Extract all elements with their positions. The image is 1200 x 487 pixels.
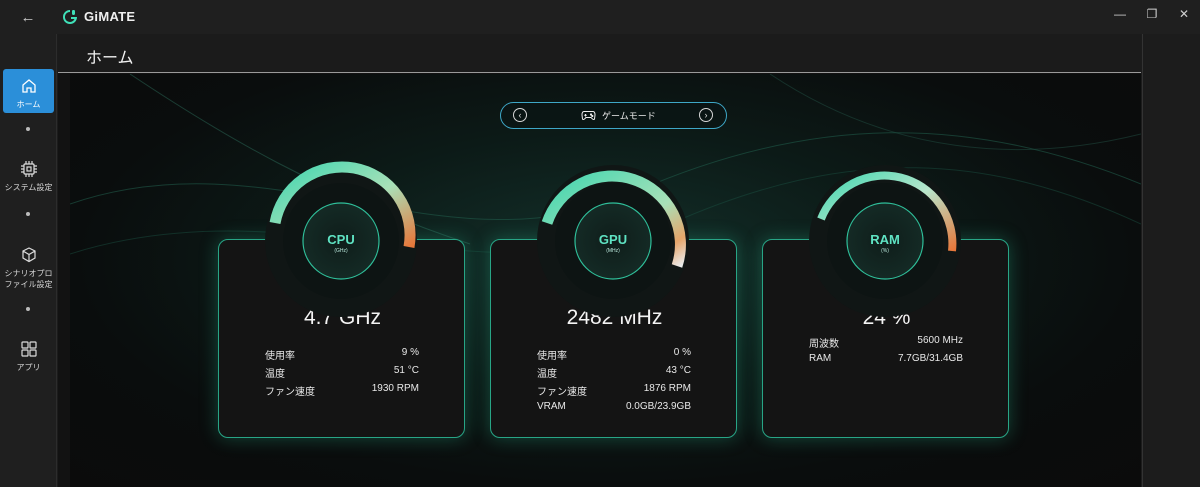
row-value: 0 % [673,347,691,358]
restore-button[interactable]: ❐ [1136,4,1168,24]
gamepad-icon [581,111,596,120]
home-icon [21,79,36,93]
row-label: 温度 [537,369,557,380]
chevron-right-icon[interactable]: › [699,108,713,122]
apps-grid-icon [20,341,37,357]
cpu-gauge-title: CPU [327,232,355,247]
mode-selector-label: ゲームモード [602,111,656,121]
main-content: ホーム ‹ ゲームモード › 4.7 GHz 使用率 9 % 温度 51 °C ファ… [58,34,1141,487]
cpu-gauge-unit: (GHz) [334,248,348,254]
info-row: 使用率 9 % [265,347,419,362]
row-value: 51 °C [393,365,419,376]
app-title: GiMATE [84,9,136,24]
page-title: ホーム [86,50,134,67]
mode-selector: ‹ ゲームモード › [500,102,727,129]
sidebar-item-label-line-1: シナリオプロ [4,269,53,278]
separator-dot [26,212,30,216]
sidebar-item-label: システム設定 [4,183,53,192]
page-header: ホーム [58,34,1141,73]
info-row: RAM 7.7GB/31.4GB [809,353,963,364]
close-button[interactable]: ✕ [1168,4,1200,24]
gpu-gauge-unit: (MHz) [606,248,620,254]
row-value: 1930 RPM [371,383,419,394]
row-label: ファン速度 [265,387,315,398]
info-row: ファン速度 1930 RPM [265,383,419,398]
sidebar-item-label: ホーム [16,100,41,109]
row-label: RAM [809,353,832,364]
row-value: 5600 MHz [917,335,963,346]
minimize-button[interactable]: — [1104,4,1136,24]
back-arrow-icon[interactable]: ← [14,6,42,28]
row-label: 使用率 [537,351,567,362]
sidebar-item-apps[interactable]: アプリ [3,332,54,376]
info-row: 温度 51 °C [265,365,419,380]
sidebar-item-label-line-2: ファイル設定 [4,280,53,289]
row-label: 周波数 [809,339,839,350]
row-label: 温度 [265,369,285,380]
separator-dot [26,127,30,131]
sidebar-item-scenario-profile[interactable]: シナリオプロ ファイル設定 [3,238,54,294]
cube-icon [21,247,36,263]
row-value: 1876 RPM [643,383,691,394]
row-label: ファン速度 [537,387,587,398]
ram-gauge-title: RAM [870,232,900,247]
row-value: 7.7GB/31.4GB [897,353,963,364]
chevron-left-icon[interactable]: ‹ [513,108,527,122]
sidebar-item-system-settings[interactable]: システム設定 [3,152,54,196]
row-value: 0.0GB/23.9GB [625,401,691,412]
info-row: 使用率 0 % [537,347,691,362]
sidebar-item-label: アプリ [16,363,41,372]
info-row: ファン速度 1876 RPM [537,383,691,398]
right-panel [1142,34,1200,487]
title-bar: ← GiMATE — ❐ ✕ [0,0,1200,34]
sidebar: ホーム システム設定 シナリオプロ ファイル設定 アプリ [0,34,57,487]
ram-gauge-unit: (%) [881,248,889,254]
gimate-logo-icon [63,10,77,24]
info-row: 周波数 5600 MHz [809,335,963,350]
row-value: 43 °C [665,365,691,376]
info-row: VRAM 0.0GB/23.9GB [537,401,691,412]
info-row: 温度 43 °C [537,365,691,380]
gpu-gauge-title: GPU [598,232,628,247]
chip-icon [20,161,37,177]
row-label: VRAM [537,401,566,412]
mode-selector-label-group[interactable]: ゲームモード [581,109,656,122]
sidebar-item-home[interactable]: ホーム [3,69,54,113]
separator-dot [26,307,30,311]
row-label: 使用率 [265,351,295,362]
row-value: 9 % [401,347,419,358]
